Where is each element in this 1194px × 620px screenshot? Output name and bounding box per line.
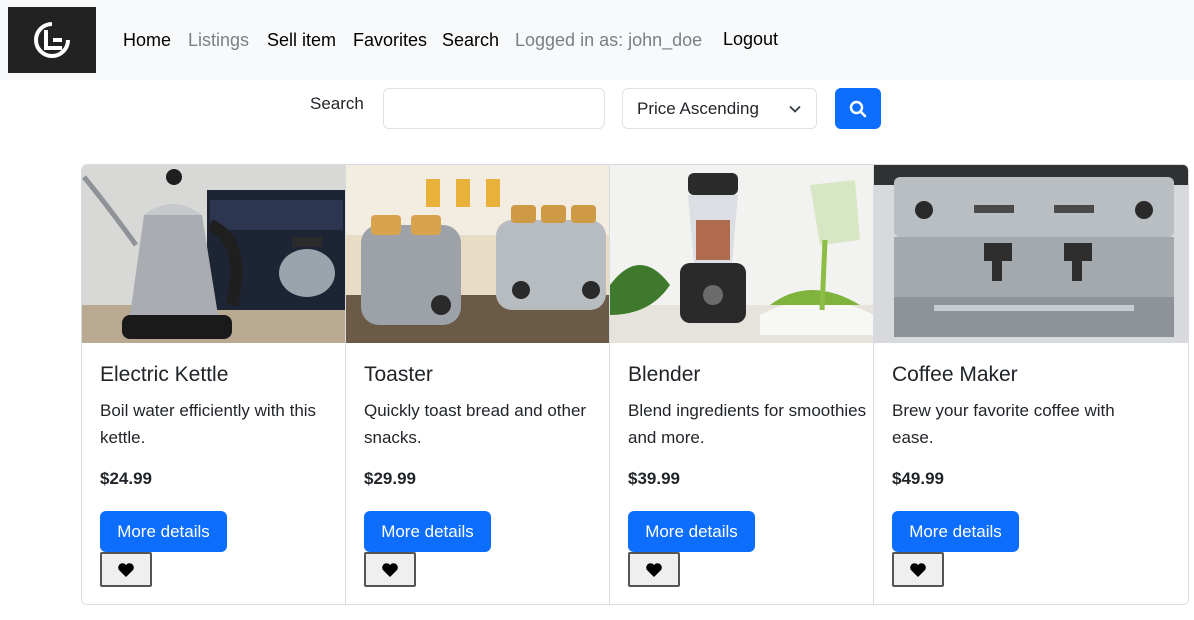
search-icon: [849, 100, 867, 117]
more-details-button[interactable]: More details: [364, 511, 491, 552]
logged-in-user-text: Logged in as: john_doe: [515, 30, 703, 50]
product-card: Electric Kettle Boil water efficiently w…: [82, 165, 346, 604]
product-description: Blend ingredients for smoothies and more…: [628, 401, 867, 447]
heart-icon: [118, 562, 134, 577]
sort-selected-value: Price Ascending: [637, 98, 759, 118]
nav-home-link[interactable]: Home: [123, 29, 171, 51]
product-price: $49.99: [892, 469, 944, 488]
product-card-grid: Electric Kettle Boil water efficiently w…: [81, 164, 1189, 605]
favorite-button[interactable]: [628, 552, 680, 587]
more-details-button[interactable]: More details: [100, 511, 227, 552]
product-card: Blender Blend ingredients for smoothies …: [610, 165, 874, 604]
nav-search-link[interactable]: Search: [442, 29, 499, 51]
heart-icon: [382, 562, 398, 577]
navbar: Home Listings Sell item Favorites Search…: [0, 0, 1194, 80]
product-price: $24.99: [100, 469, 152, 488]
brand-logo-icon[interactable]: [8, 7, 96, 73]
favorite-button[interactable]: [100, 552, 152, 587]
more-details-button[interactable]: More details: [628, 511, 755, 552]
product-price: $39.99: [628, 469, 680, 488]
product-card: Coffee Maker Brew your favorite coffee w…: [874, 165, 1188, 604]
blender-image[interactable]: [610, 165, 873, 343]
nav-logout-link[interactable]: Logout: [723, 28, 778, 50]
toaster-image[interactable]: [346, 165, 609, 343]
sort-select[interactable]: Price Ascending: [622, 88, 817, 129]
product-description: Quickly toast bread and other snacks.: [364, 401, 587, 447]
product-title: Coffee Maker: [892, 363, 1018, 386]
heart-icon: [910, 562, 926, 577]
more-details-button[interactable]: More details: [892, 511, 1019, 552]
heart-icon: [646, 562, 662, 577]
product-price: $29.99: [364, 469, 416, 488]
product-description: Boil water efficiently with this kettle.: [100, 401, 317, 447]
chevron-down-icon: [789, 105, 801, 113]
nav-sell-item-link[interactable]: Sell item: [267, 29, 336, 51]
electric-kettle-image[interactable]: [82, 165, 345, 343]
favorite-button[interactable]: [892, 552, 944, 587]
product-card: Toaster Quickly toast bread and other sn…: [346, 165, 610, 604]
search-input[interactable]: [383, 88, 605, 129]
favorite-button[interactable]: [364, 552, 416, 587]
product-description: Brew your favorite coffee with ease.: [892, 401, 1115, 447]
product-title: Blender: [628, 363, 701, 386]
product-title: Electric Kettle: [100, 363, 229, 386]
nav-favorites-link[interactable]: Favorites: [353, 29, 427, 51]
search-button[interactable]: [835, 88, 881, 129]
coffee-maker-image[interactable]: [874, 165, 1188, 343]
product-title: Toaster: [364, 363, 433, 386]
search-label: Search: [310, 94, 364, 113]
nav-listings-link[interactable]: Listings: [188, 29, 249, 51]
